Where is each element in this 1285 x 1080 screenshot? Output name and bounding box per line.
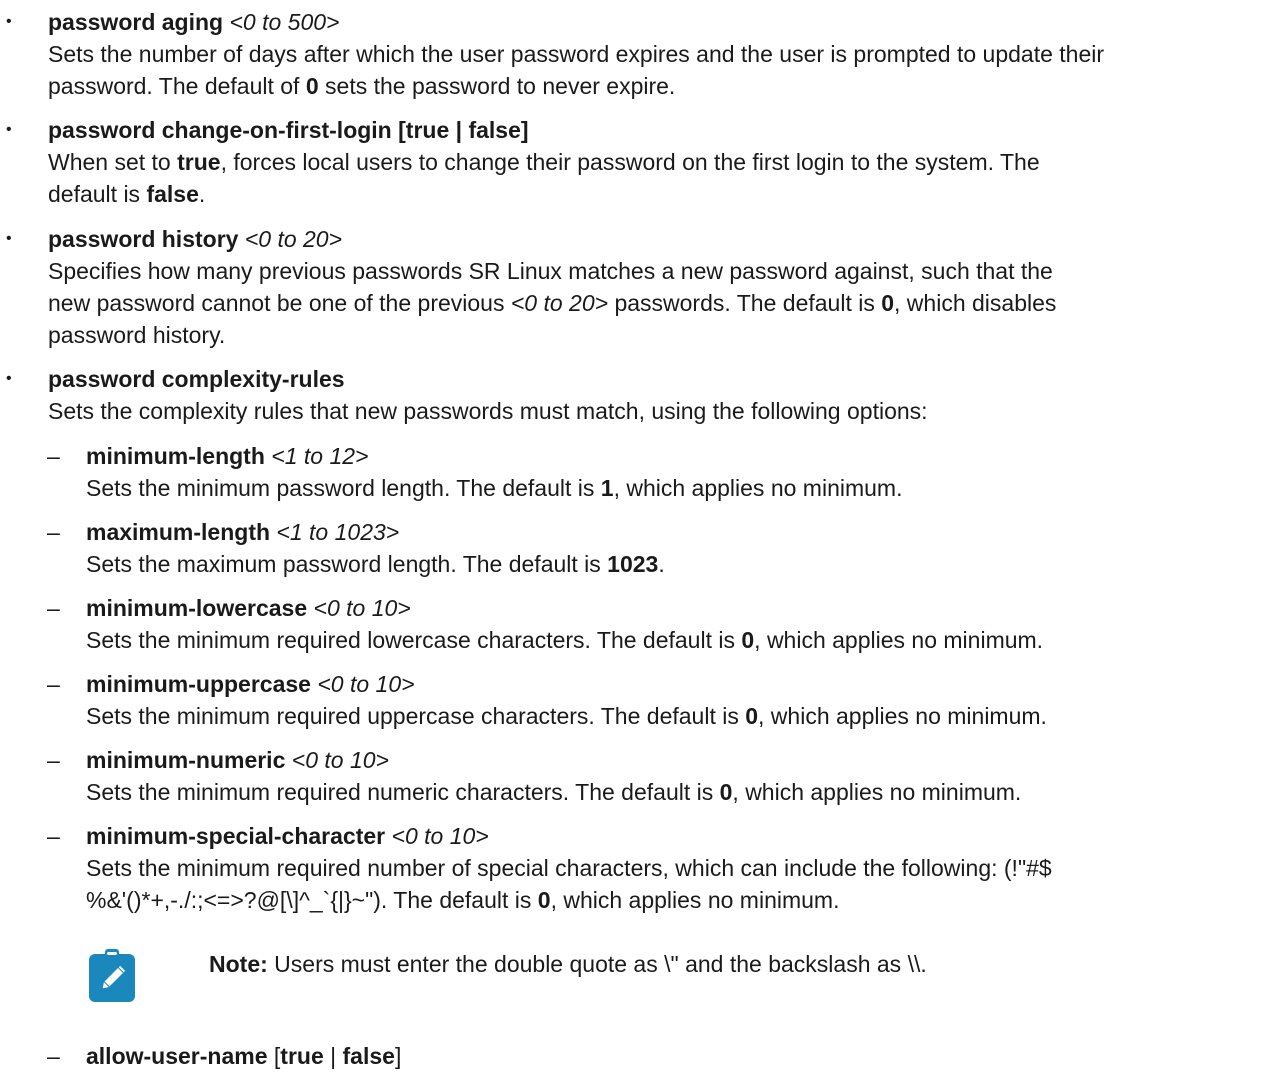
- description-line: Sets the minimum required number of spec…: [86, 855, 1052, 881]
- note-callout: Note: Users must enter the double quote …: [86, 940, 1276, 1020]
- value-range: <1 to 1023>: [276, 519, 400, 545]
- option-name: maximum-length: [86, 519, 271, 545]
- description-text: Sets the minimum required lowercase char…: [86, 627, 742, 653]
- dash: –: [47, 595, 60, 621]
- list-item-password-history: • password history <0 to 20> Specifies h…: [6, 223, 1278, 351]
- value-keyword: false: [342, 1043, 395, 1069]
- default-value: 1023: [607, 551, 659, 577]
- description-text: , which applies no minimum.: [754, 627, 1044, 653]
- sub-item-minimum-lowercase: – minimum-lowercase <0 to 10> Sets the m…: [47, 592, 1276, 656]
- description-text: , which applies no minimum.: [758, 703, 1047, 729]
- dash: –: [47, 671, 60, 697]
- list-item-change-on-first-login: • password change-on-first-login [true |…: [6, 114, 1278, 210]
- description-text: sets the password to never expire.: [318, 73, 676, 99]
- description-text: Sets the minimum required uppercase char…: [86, 703, 746, 729]
- description-text: .: [658, 551, 665, 577]
- value-keyword: true: [280, 1043, 324, 1069]
- description-text: Sets the maximum password length. The de…: [86, 551, 608, 577]
- option-name: minimum-lowercase: [86, 595, 308, 621]
- command-name: password complexity-rules: [48, 366, 345, 392]
- dash: –: [47, 1043, 60, 1069]
- default-value: 0: [881, 290, 895, 316]
- value-range: <0 to 10>: [313, 595, 411, 621]
- description-text: .: [198, 181, 206, 207]
- value-range: <0 to 500>: [229, 9, 340, 35]
- value-range: <0 to 10>: [391, 823, 489, 849]
- bullet: •: [6, 13, 12, 30]
- sub-item-minimum-length: – minimum-length <1 to 12> Sets the mini…: [47, 440, 1276, 504]
- sub-item-minimum-special-character: – minimum-special-character <0 to 10> Se…: [47, 820, 1276, 916]
- description-text: new password cannot be one of the previo…: [48, 290, 511, 316]
- description-line: Specifies how many previous passwords SR…: [48, 258, 1053, 284]
- pencil-note-icon: [88, 948, 136, 1003]
- command-name: password change-on-first-login [true | f…: [48, 117, 529, 143]
- dash: –: [47, 747, 60, 773]
- note-body: .: [920, 951, 927, 977]
- code-escape-backslash: \\: [907, 951, 921, 977]
- document-page: • password aging <0 to 500> Sets the num…: [0, 0, 1285, 1080]
- option-syntax: [: [267, 1043, 281, 1069]
- description-text: , which applies no minimum.: [732, 779, 1022, 805]
- description-text: When set to: [48, 149, 178, 175]
- option-name: minimum-numeric: [86, 747, 286, 773]
- description-text: Sets the minimum required numeric charac…: [86, 779, 720, 805]
- note-label: Note:: [209, 951, 268, 977]
- description-text: passwords. The default is: [608, 290, 882, 316]
- default-value: 0: [745, 703, 759, 729]
- bullet: •: [6, 230, 12, 247]
- dash: –: [47, 519, 60, 545]
- option-syntax: |: [323, 1043, 343, 1069]
- default-value: 0: [537, 887, 551, 913]
- sub-item-minimum-uppercase: – minimum-uppercase <0 to 10> Sets the m…: [47, 668, 1276, 732]
- note-text: Note: Users must enter the double quote …: [209, 948, 927, 980]
- default-value: 0: [305, 73, 319, 99]
- value-range: <0 to 20>: [510, 290, 609, 316]
- list-item-complexity-rules: • password complexity-rules Sets the com…: [6, 363, 1278, 427]
- value-range: <0 to 20>: [244, 226, 343, 252]
- sub-item-minimum-numeric: – minimum-numeric <0 to 10> Sets the min…: [47, 744, 1276, 808]
- code-escape-quote: \": [664, 951, 679, 977]
- description-text: , which applies no minimum.: [550, 887, 840, 913]
- dash: –: [47, 443, 60, 469]
- description-text: Sets the minimum password length. The de…: [86, 475, 601, 501]
- default-value: 0: [741, 627, 755, 653]
- bullet: •: [6, 121, 12, 138]
- description-text: , forces local users to change their pas…: [220, 149, 1040, 175]
- value-range: <0 to 10>: [291, 747, 389, 773]
- option-name: minimum-special-character: [86, 823, 386, 849]
- description-text: default is: [48, 181, 147, 207]
- bullet: •: [6, 370, 12, 387]
- option-syntax: ]: [394, 1043, 402, 1069]
- value-range: <1 to 12>: [271, 443, 369, 469]
- description-text: , which disables: [894, 290, 1057, 316]
- value-keyword: true: [177, 149, 221, 175]
- description-text: password. The default of: [48, 73, 306, 99]
- note-body: Users must enter the double quote as: [267, 951, 665, 977]
- option-name: minimum-uppercase: [86, 671, 311, 697]
- sub-item-allow-user-name: – allow-user-name [true | false]: [47, 1040, 1276, 1072]
- value-range: <0 to 10>: [317, 671, 415, 697]
- default-value: false: [146, 181, 199, 207]
- description-line: Sets the complexity rules that new passw…: [48, 398, 928, 424]
- list-item-password-aging: • password aging <0 to 500> Sets the num…: [6, 6, 1278, 102]
- default-value: 1: [600, 475, 614, 501]
- note-body: and the backslash as: [678, 951, 908, 977]
- command-name: password aging: [48, 9, 224, 35]
- default-value: 0: [719, 779, 733, 805]
- command-name: password history: [48, 226, 239, 252]
- option-name: minimum-length: [86, 443, 265, 469]
- description-text: , which applies no minimum.: [613, 475, 903, 501]
- description-line: password history.: [48, 322, 226, 348]
- dash: –: [47, 823, 60, 849]
- option-name: allow-user-name: [86, 1043, 268, 1069]
- description-text: %&'()*+,-./:;<=>?@[\]^_`{|}~"). The defa…: [86, 887, 538, 913]
- sub-item-maximum-length: – maximum-length <1 to 1023> Sets the ma…: [47, 516, 1276, 580]
- description-line: Sets the number of days after which the …: [48, 41, 1105, 67]
